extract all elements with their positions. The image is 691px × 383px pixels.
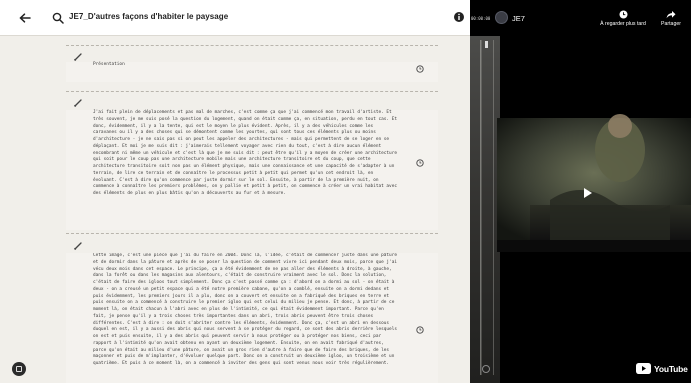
pen-icon	[73, 99, 82, 108]
timecode: 00:00:00	[471, 16, 491, 21]
search-icon[interactable]	[52, 12, 64, 24]
document-title: JE7_D'autres façons d'habiter le paysage	[69, 12, 229, 21]
panel-icon	[16, 366, 22, 372]
share-arrow-icon	[666, 11, 676, 19]
card-divider	[66, 91, 438, 92]
card-text: Cette image, c'est une pièce que j'ai du…	[93, 253, 400, 366]
watch-later-label: À regarder plus tard	[600, 21, 646, 27]
pen-icon	[73, 242, 82, 251]
card-divider	[66, 45, 438, 46]
video-panel[interactable]: 00:00:00 JE7 À regarder plus tard Partag…	[470, 0, 691, 383]
info-icon[interactable]	[453, 11, 465, 23]
card-divider	[66, 233, 438, 234]
clock-icon[interactable]	[416, 326, 424, 334]
clock-icon[interactable]	[416, 65, 424, 73]
card-transcript-1: J'ai fait plein de déplacements et pas m…	[66, 110, 438, 230]
panel-toggle-button[interactable]	[12, 362, 26, 376]
top-bar: JE7_D'autres façons d'habiter le paysage	[0, 0, 470, 36]
share-label: Partager	[661, 21, 681, 27]
card-presentation: Présentation	[66, 62, 438, 82]
pen-icon	[73, 53, 82, 62]
channel-avatar[interactable]	[495, 11, 508, 24]
document-panel: JE7_D'autres façons d'habiter le paysage…	[0, 0, 470, 383]
clock-icon[interactable]	[416, 159, 424, 167]
clock-icon	[619, 10, 627, 19]
play-icon[interactable]	[578, 184, 596, 202]
scrubber-handle[interactable]	[485, 41, 488, 48]
card-text: Présentation	[93, 62, 125, 67]
share-button[interactable]: Partager	[654, 10, 688, 27]
youtube-logo-icon[interactable]	[636, 363, 651, 374]
channel-name[interactable]: JE7	[512, 14, 525, 23]
card-transcript-2: Cette image, c'est une pièce que j'ai du…	[66, 253, 438, 383]
scrubber-end-icon[interactable]	[482, 365, 490, 373]
card-text: J'ai fait plein de déplacements et pas m…	[93, 110, 400, 196]
watch-later-button[interactable]: À regarder plus tard	[588, 10, 658, 27]
back-arrow-icon[interactable]	[18, 11, 32, 25]
youtube-logo-text[interactable]: YouTube	[654, 364, 688, 374]
